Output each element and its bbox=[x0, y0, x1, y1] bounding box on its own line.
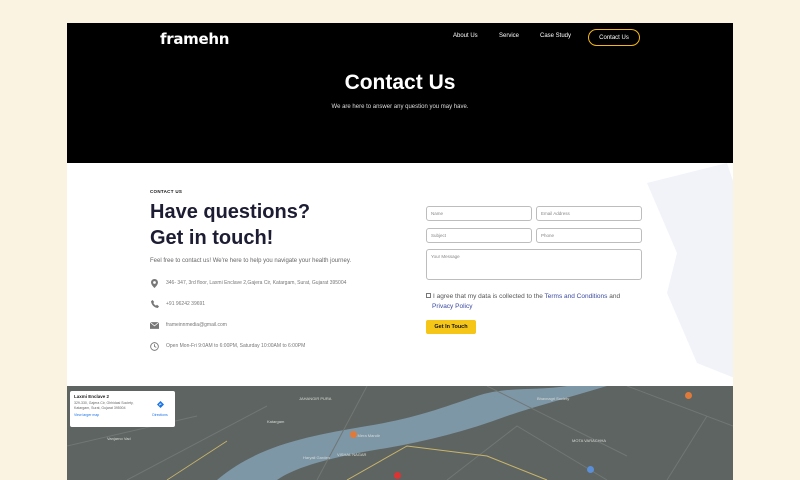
map-label-6: MOTA VARACHHA bbox=[572, 438, 607, 443]
consent-text: I agree that my data is collected to the… bbox=[426, 292, 646, 312]
logo[interactable]: framehn bbox=[160, 30, 229, 48]
directions-icon bbox=[156, 395, 164, 412]
directions-label: Directions bbox=[152, 413, 168, 417]
nav-contact-button[interactable]: Contact Us bbox=[588, 29, 640, 46]
map-embed[interactable]: JAHANGIR PURA VISHAL NAGAR Vanjarno Vad … bbox=[67, 386, 733, 480]
map-poi-marker[interactable] bbox=[685, 392, 692, 399]
consent-and: and bbox=[607, 293, 621, 300]
email-row: frameinnmedia@gmail.com bbox=[150, 320, 227, 330]
hours-row: Open Mon-Fri 9:0AM to 6:00PM, Saturday 1… bbox=[150, 341, 305, 351]
section-eyebrow: CONTACT US bbox=[150, 189, 183, 194]
map-label-1: JAHANGIR PURA bbox=[299, 396, 332, 401]
name-input[interactable]: Name bbox=[426, 206, 532, 221]
map-label-4: Haryali Garden bbox=[303, 455, 330, 460]
page-subtitle: We are here to answer any question you m… bbox=[331, 104, 469, 110]
map-card-address: 329-330, Gajera Cir, Ghhidasi Society, K… bbox=[74, 401, 134, 410]
map-poi-marker[interactable] bbox=[350, 431, 357, 438]
heading-line-2: Get in touch! bbox=[150, 227, 274, 249]
clock-icon bbox=[150, 341, 159, 351]
nav-case-study[interactable]: Case Study bbox=[540, 33, 571, 39]
hours-text: Open Mon-Fri 9:0AM to 6:00PM, Saturday 1… bbox=[166, 343, 306, 349]
map-info-card: Laxmi Enclave 2 329-330, Gajera Cir, Ghh… bbox=[70, 391, 175, 427]
subject-input[interactable]: Subject bbox=[426, 228, 532, 243]
get-in-touch-button[interactable]: Get In Touch bbox=[426, 320, 476, 334]
consent-checkbox[interactable] bbox=[426, 293, 431, 298]
address-row: 346- 347, 3rd floor, Laxmi Enclave 2,Gaj… bbox=[150, 278, 346, 288]
phone-row: +91 96242 39691 bbox=[150, 299, 205, 309]
consent-prefix: I agree that my data is collected to the bbox=[433, 293, 545, 300]
location-pin-icon bbox=[150, 278, 159, 288]
map-label-8: Katargam bbox=[267, 419, 285, 424]
intro-text: Feel free to contact us! We're here to h… bbox=[150, 258, 352, 264]
message-textarea[interactable]: Your Message bbox=[426, 249, 642, 280]
phone-input[interactable]: Phone bbox=[536, 228, 642, 243]
section-heading: Have questions? Get in touch! bbox=[150, 199, 400, 251]
page-frame: framehn About Us Service Case Study Cont… bbox=[67, 23, 733, 480]
email-icon bbox=[150, 321, 159, 330]
nav-service[interactable]: Service bbox=[499, 33, 519, 39]
heading-line-1: Have questions? bbox=[150, 201, 311, 223]
terms-link[interactable]: Terms and Conditions bbox=[545, 293, 608, 300]
phone-text[interactable]: +91 96242 39691 bbox=[166, 301, 205, 307]
map-label-2: VISHAL NAGAR bbox=[337, 452, 367, 457]
page-title: Contact Us bbox=[344, 71, 456, 94]
map-location-pin[interactable] bbox=[394, 472, 401, 479]
privacy-link[interactable]: Privacy Policy bbox=[432, 303, 472, 310]
hero-section: framehn About Us Service Case Study Cont… bbox=[67, 23, 733, 163]
email-text[interactable]: frameinnmedia@gmail.com bbox=[166, 322, 227, 328]
map-poi-marker[interactable] bbox=[587, 466, 594, 473]
email-input[interactable]: Email Address bbox=[536, 206, 642, 221]
map-label-3: Vanjarno Vad bbox=[107, 436, 131, 441]
phone-icon bbox=[150, 300, 159, 309]
address-text: 346- 347, 3rd floor, Laxmi Enclave 2,Gaj… bbox=[166, 280, 347, 286]
map-label-7: Bhavnagri Society bbox=[537, 396, 570, 401]
nav-about-us[interactable]: About Us bbox=[453, 33, 478, 39]
directions-button[interactable]: Directions bbox=[150, 395, 170, 417]
